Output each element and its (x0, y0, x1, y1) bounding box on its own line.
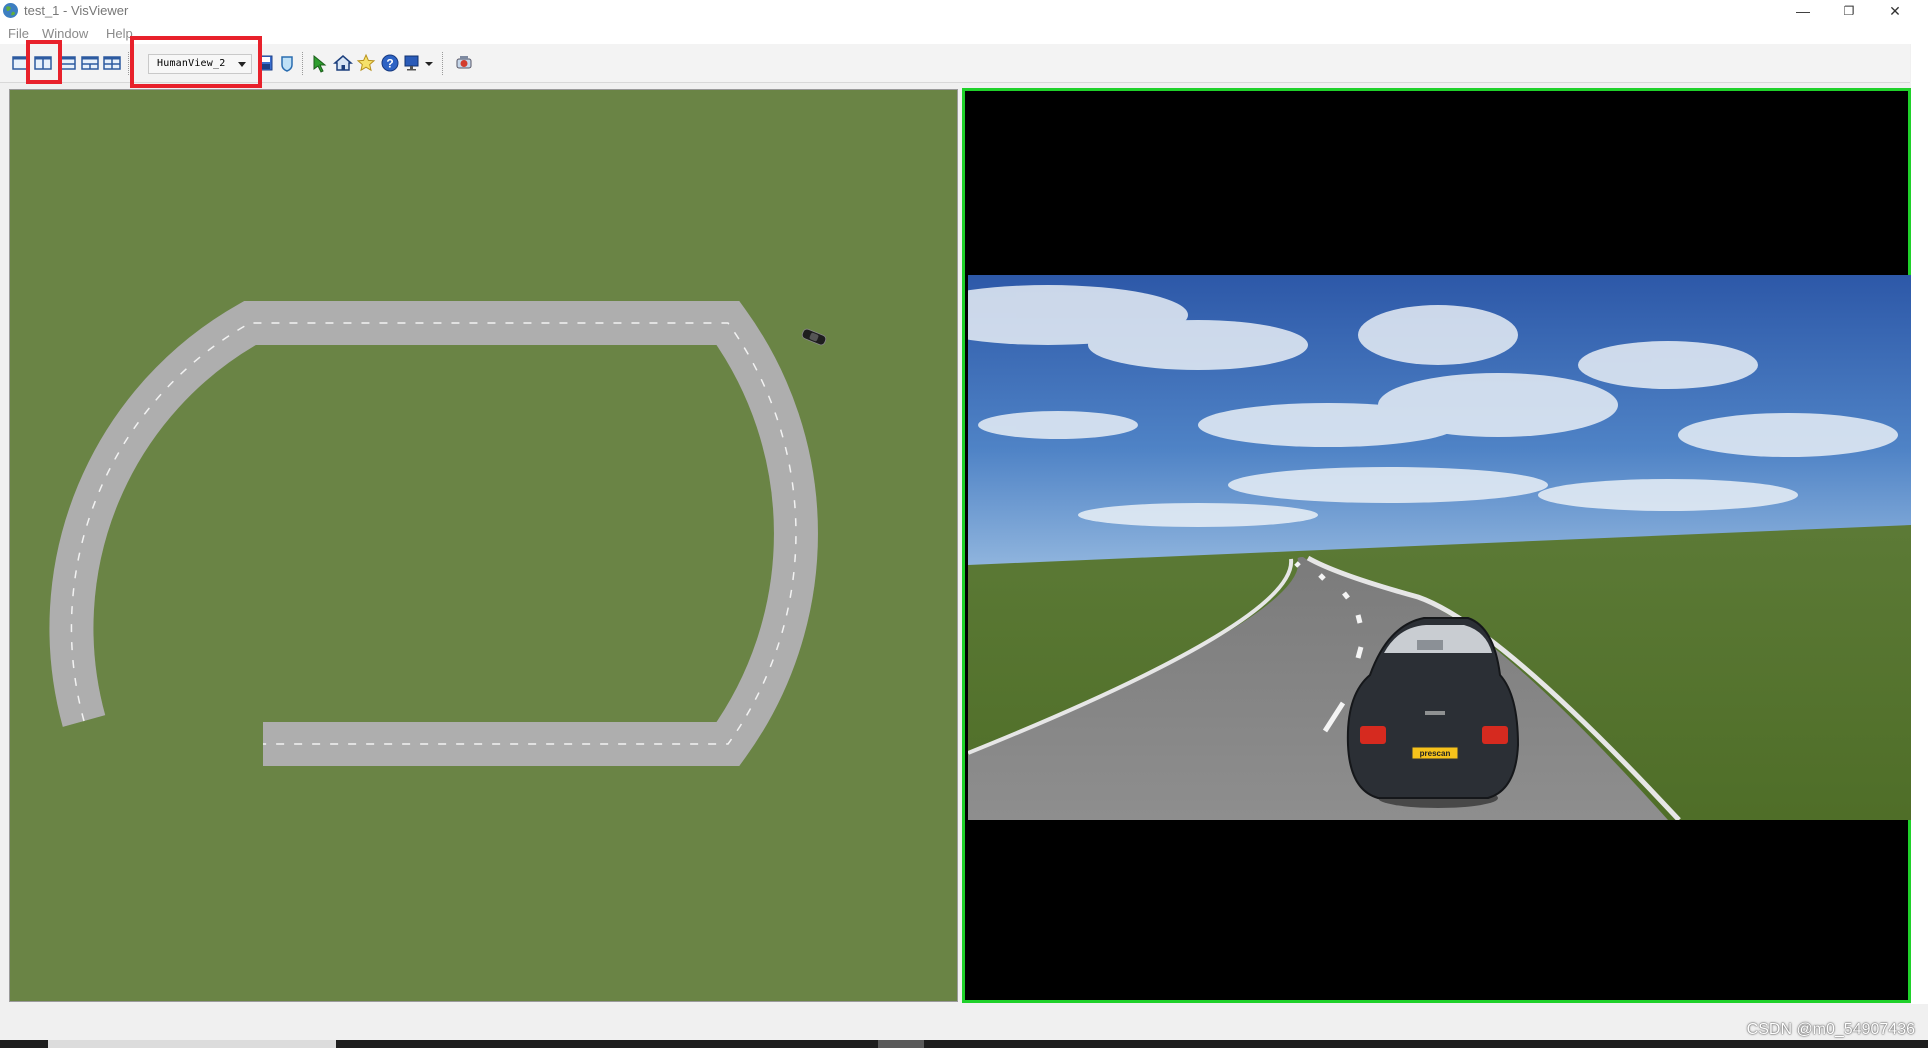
title-bar: test_1 - VisViewer — ❐ ✕ (0, 0, 1928, 22)
shield-icon[interactable] (277, 53, 297, 73)
menu-file[interactable]: File (8, 26, 29, 41)
car-marker (801, 328, 827, 346)
menu-window[interactable]: Window (42, 26, 88, 41)
road-edge-outer (71, 323, 796, 744)
menu-bar: File Window Help (0, 22, 1928, 44)
star-icon[interactable] (356, 53, 376, 73)
monitor-dropdown-chevron-icon[interactable] (424, 53, 434, 73)
license-plate-text: prescan (1420, 749, 1451, 758)
globe-icon (3, 3, 18, 18)
camera-view-panel[interactable]: prescan (962, 88, 1911, 1003)
home-icon[interactable] (333, 53, 353, 73)
svg-text:?: ? (386, 57, 393, 71)
toolbar-separator (302, 52, 304, 75)
three-view-icon[interactable] (80, 53, 100, 73)
watermark: CSDN @m0_54907436 (1746, 1021, 1915, 1038)
record-icon[interactable] (454, 53, 474, 73)
camera-scene: prescan (968, 275, 1911, 820)
menu-help[interactable]: Help (106, 26, 133, 41)
annotation-box-2 (130, 36, 262, 88)
minimize-button[interactable]: — (1780, 0, 1826, 22)
quad-view-icon[interactable] (102, 53, 122, 73)
help-icon[interactable]: ? (380, 53, 400, 73)
monitor-icon[interactable] (403, 53, 423, 73)
pick-icon[interactable] (310, 53, 330, 73)
top-view-panel[interactable] (9, 89, 958, 1002)
restore-button[interactable]: ❐ (1826, 0, 1872, 22)
annotation-box-1 (26, 40, 62, 84)
right-edge (1911, 44, 1928, 1004)
track-map (49, 301, 827, 766)
close-button[interactable]: ✕ (1872, 0, 1918, 22)
window-title: test_1 - VisViewer (24, 3, 129, 18)
toolbar-separator (442, 52, 444, 75)
toolbar: HumanView_2 ? (0, 44, 1910, 83)
taskbar-segment (48, 1040, 336, 1048)
taskbar-segment (878, 1040, 924, 1048)
